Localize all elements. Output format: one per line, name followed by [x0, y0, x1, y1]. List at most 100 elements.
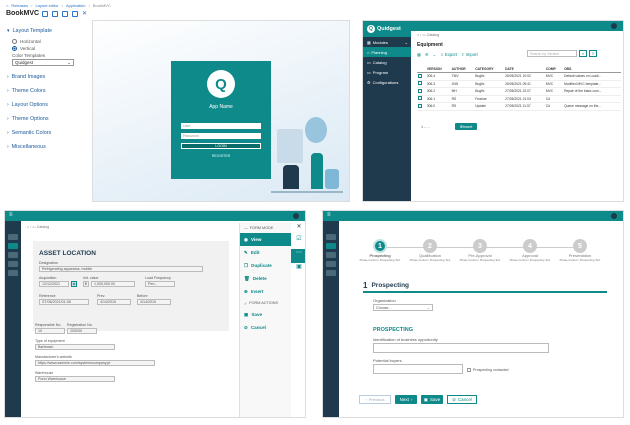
sidebar-item-configurations[interactable]: ⚙ Configurations [363, 77, 411, 87]
search-input[interactable]: Search by Version [527, 50, 577, 57]
export-button[interactable]: ⇩ Export [440, 52, 457, 57]
grid-icon[interactable] [326, 234, 336, 240]
import-button[interactable]: ⇧ Import [461, 52, 478, 57]
row-checkbox[interactable] [418, 103, 422, 108]
save-button[interactable]: ▣ Save [240, 308, 291, 321]
row-checkbox[interactable] [418, 88, 422, 93]
program-icon[interactable] [8, 261, 18, 267]
password-input[interactable]: Password [181, 133, 261, 139]
warehouse-field[interactable]: Porto Warehouse [35, 376, 115, 382]
duplicate-button[interactable]: ❐ Duplicate [240, 259, 291, 272]
user-avatar[interactable] [611, 23, 617, 29]
equipment-type-field[interactable]: Barbrown [35, 344, 115, 350]
reference-field[interactable]: ST/06/2021/01-08 [39, 299, 89, 305]
table-row[interactable]: 306.4 TMV Bugfix 26/05/2021 10:02 MVC De… [417, 73, 621, 80]
responsible-field[interactable]: 10 [35, 328, 65, 334]
modules-selector[interactable]: ▦ Modules ⌄ [363, 37, 411, 47]
step-1[interactable]: 1 Prospecting Phase Control / Prospectin… [355, 239, 405, 262]
home-icon[interactable]: ⌂ [6, 3, 8, 8]
row-checkbox[interactable] [418, 96, 422, 101]
edit-button[interactable]: ✎ Edit [240, 246, 291, 259]
checkbox-icon[interactable] [467, 368, 471, 372]
calendar-icon[interactable]: ▦ [71, 281, 77, 287]
close-icon[interactable]: ✕ [82, 11, 88, 17]
column-header[interactable]: OBS. [563, 65, 621, 73]
grid-icon[interactable] [8, 234, 18, 240]
potential-buyers-field[interactable] [373, 364, 463, 374]
previous-button[interactable]: ‹ Previous [359, 395, 391, 404]
next-button[interactable]: Next › [395, 395, 417, 404]
prev-field[interactable]: 4/14/2015 [97, 299, 131, 305]
section-theme-colors[interactable]: › Theme Colors [0, 84, 82, 98]
grid-view-icon[interactable]: ▦ [417, 52, 421, 57]
column-header[interactable]: CATEGORY [474, 65, 504, 73]
identification-field[interactable] [373, 343, 549, 353]
breadcrumb-item[interactable]: Layout editor [35, 3, 58, 8]
cancel-button[interactable]: ⊘ Cancel [240, 321, 291, 334]
login-button[interactable]: LOGIN [181, 143, 261, 149]
save-icon[interactable]: ▣ [291, 263, 305, 277]
close-icon[interactable]: ✕ [291, 223, 305, 235]
acquisition-field[interactable]: 12/12/2021 [39, 281, 69, 287]
settings-icon[interactable] [326, 270, 336, 276]
insert-button[interactable]: ⊕ Insert [455, 123, 477, 130]
section-layout-options[interactable]: › Layout Options [0, 98, 82, 112]
organization-select[interactable]: Choose... ⌄ [373, 304, 433, 311]
insert-button[interactable]: ⊕ Insert [240, 285, 291, 298]
breadcrumb-home[interactable]: Releases [11, 3, 28, 8]
color-template-select[interactable]: Quidgest ⌄ [12, 59, 74, 66]
home-icon[interactable] [326, 243, 336, 249]
section-semantic-colors[interactable]: › Semantic Colors [0, 126, 82, 140]
column-header[interactable]: COMP. [545, 65, 563, 73]
settings-icon[interactable]: ⚙ [425, 52, 429, 57]
table-row[interactable]: 306.3 JNN Bugfix 26/05/2021 09:41 MVC Mo… [417, 80, 621, 88]
register-link[interactable]: REGISTER [171, 154, 271, 158]
table-row[interactable]: 306.0 RS Update 27/05/2021 11:37 C# Queu… [417, 103, 621, 110]
section-theme-options[interactable]: › Theme Options [0, 112, 82, 126]
registration-field[interactable]: 200030 [67, 328, 97, 334]
step-3[interactable]: 3 Pre-Approval Phase Control / Prospecti… [455, 239, 505, 262]
column-header[interactable]: AUTHOR [451, 65, 475, 73]
hamburger-icon[interactable]: ≡ [327, 212, 331, 218]
checklist-icon[interactable]: ☑ [291, 235, 305, 249]
designation-field[interactable]: Refrigerating apparatus, mobile [39, 266, 203, 272]
program-icon[interactable] [326, 261, 336, 267]
row-checkbox[interactable] [418, 81, 422, 86]
sidebar-item-planning[interactable]: ⌂ Planning [363, 47, 411, 57]
copy-icon[interactable] [52, 11, 58, 17]
column-header[interactable]: DATE [504, 65, 545, 73]
filter-button[interactable]: ≡ [589, 50, 597, 57]
pagination[interactable]: 1 - ... [421, 125, 430, 129]
save-button[interactable]: ▣ Save [421, 395, 443, 404]
load-frequency-select[interactable]: Peri... [145, 281, 175, 287]
breadcrumb-item[interactable]: Application [66, 3, 86, 8]
import-icon[interactable] [72, 11, 78, 17]
user-input[interactable]: User [181, 123, 261, 129]
column-header[interactable]: VERSION [426, 65, 451, 73]
step-2[interactable]: 2 Qualification Phase Control / Prospect… [405, 239, 455, 262]
catalog-icon[interactable] [326, 252, 336, 258]
search-button[interactable]: ⌕ [579, 50, 587, 57]
settings-icon[interactable] [8, 270, 18, 276]
row-checkbox[interactable] [418, 73, 422, 78]
manufacturer-website-field[interactable]: https://www.sammie.com/systemscompany.pt [35, 360, 155, 366]
chevron-down-icon[interactable]: ⌄ [433, 52, 437, 57]
radio-icon[interactable] [12, 39, 17, 44]
user-avatar[interactable] [611, 213, 617, 219]
save-icon[interactable] [42, 11, 48, 17]
section-layout-template[interactable]: ▾ Layout Template [0, 24, 82, 38]
radio-selected-icon[interactable] [12, 46, 17, 51]
hamburger-icon[interactable]: ≡ [9, 212, 13, 218]
before-field[interactable]: 4/14/2015 [137, 299, 171, 305]
init-value-field[interactable]: 1,000,000.00 [91, 281, 135, 287]
step-5[interactable]: 5 Presentation Phase Control / Prospecti… [555, 239, 605, 262]
section-miscellaneous[interactable]: › Miscellaneous [0, 140, 82, 154]
user-avatar[interactable] [293, 213, 299, 219]
sidebar-item-catalog[interactable]: ▭ Catalog [363, 57, 411, 67]
section-brand-images[interactable]: › Brand Images [0, 70, 82, 84]
table-row[interactable]: 306.1 RS Feature 27/05/2021 21:03 C# [417, 95, 621, 103]
delete-button[interactable]: 🗑 Delete [240, 272, 291, 285]
catalog-icon[interactable] [8, 252, 18, 258]
export-icon[interactable] [62, 11, 68, 17]
step-4[interactable]: 4 Approval Phase Control / Prospecting T… [505, 239, 555, 262]
